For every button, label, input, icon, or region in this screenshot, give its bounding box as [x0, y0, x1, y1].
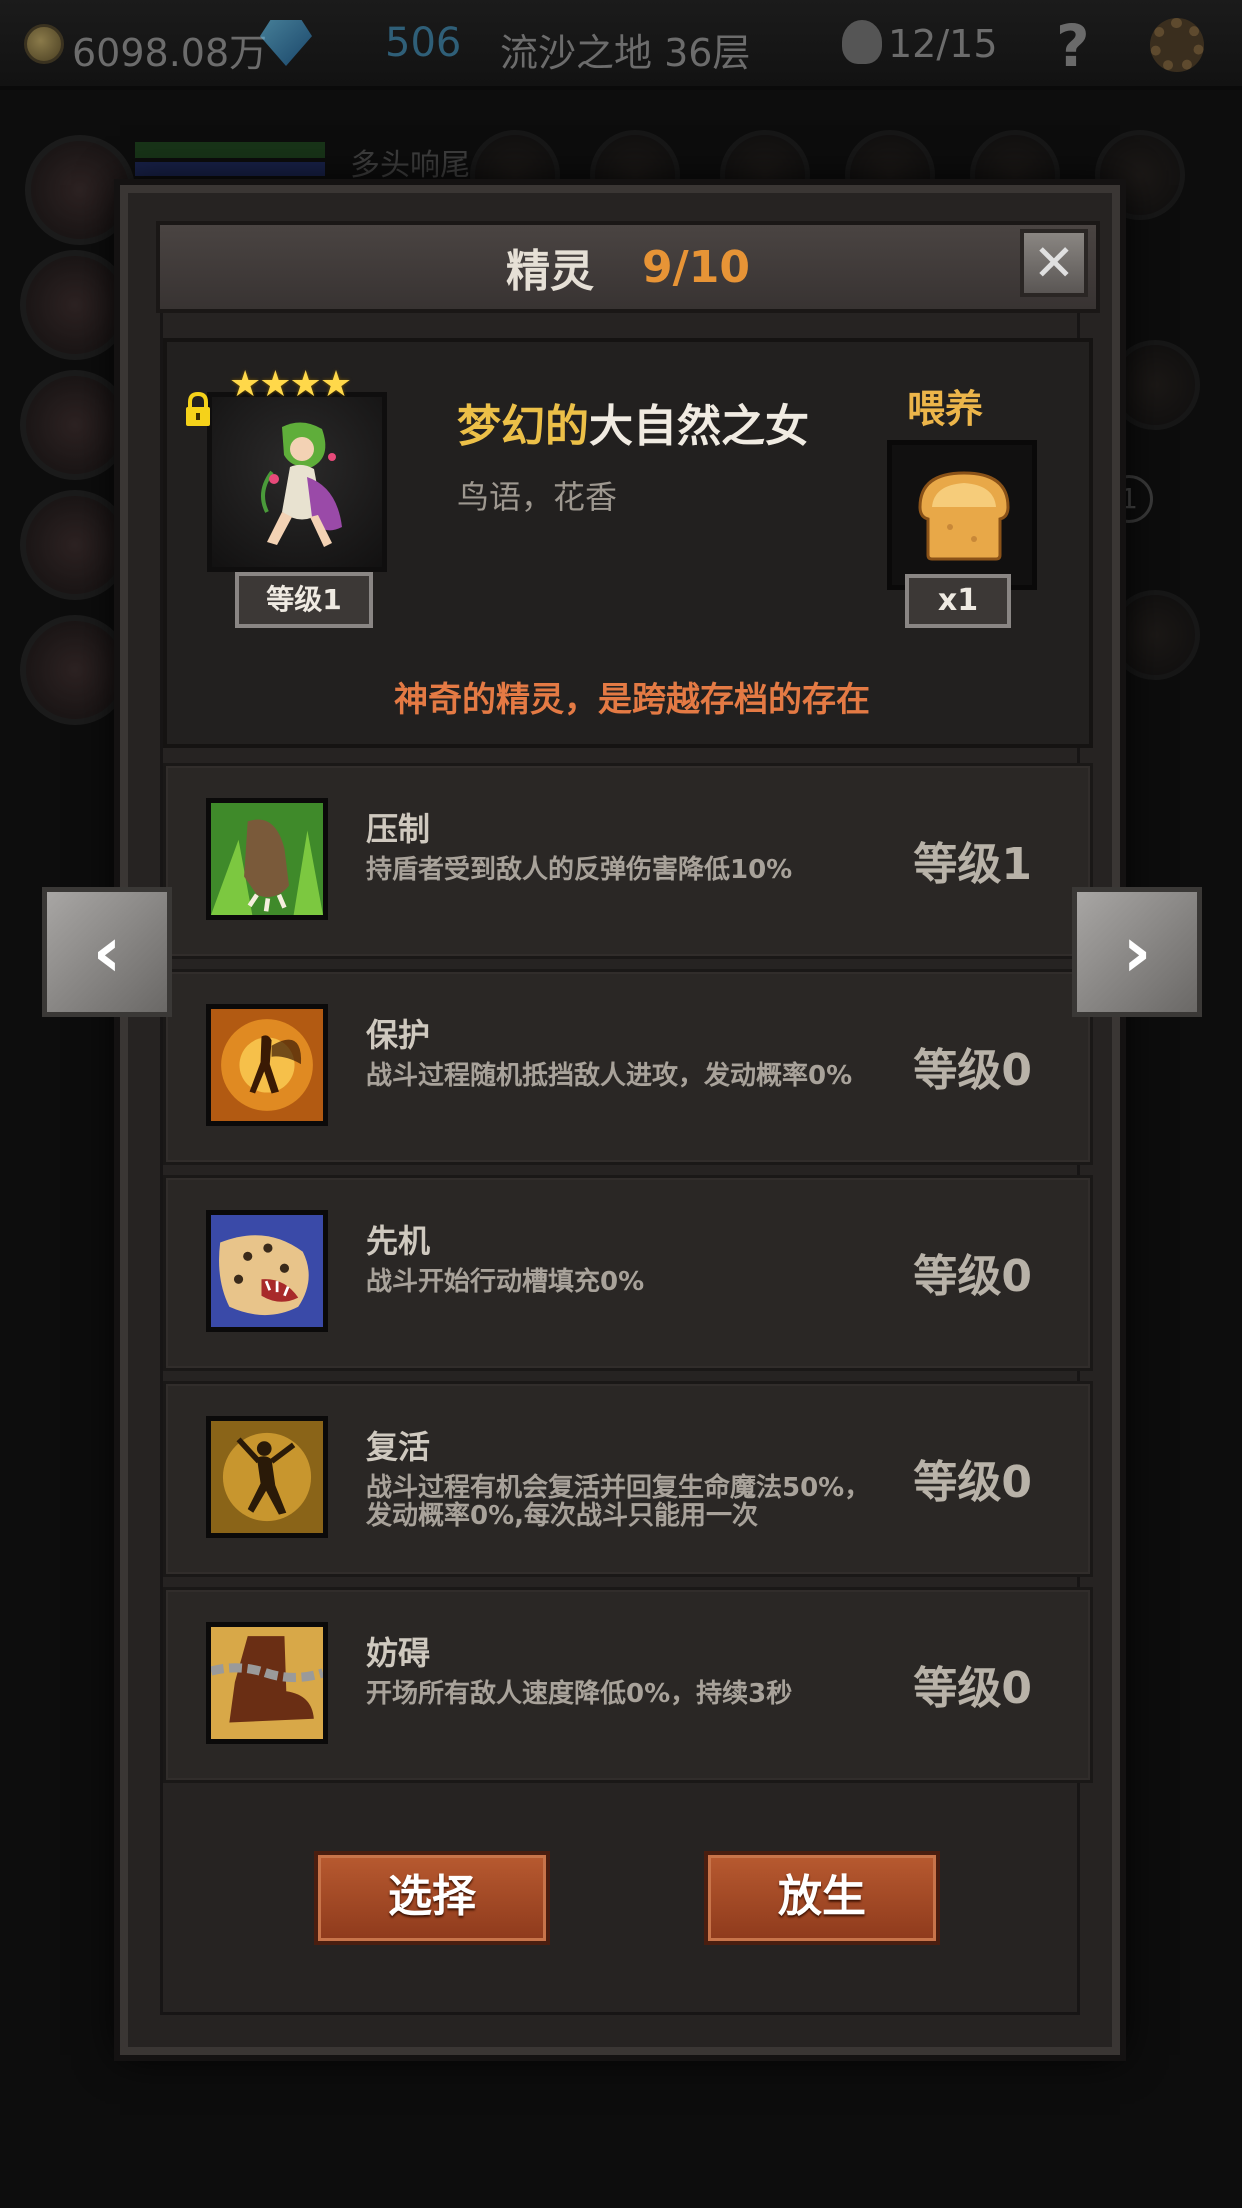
chevron-right-icon: › [1122, 911, 1152, 993]
skull-icon [842, 20, 882, 64]
skill-name: 先机 [366, 1222, 431, 1260]
leopard-icon [206, 1210, 328, 1332]
top-status-bar: 6098.08万 506 流沙之地 36层 12/15 ? [0, 0, 1242, 90]
skill-row[interactable]: 复活 战斗过程有机会复活并回复生命魔法50%，发动概率0%,每次战斗只能用一次 … [163, 1381, 1093, 1577]
skill-description: 持盾者受到敌人的反弹伤害降低10% [366, 855, 793, 885]
sprite-dialog: 精灵 9/10 ✕ ★★★★ 等级1 梦幻的大自然之女 鸟语，花香 喂养 x1 … [120, 185, 1120, 2055]
enemy-name: 多头响尾 [350, 148, 470, 183]
skill-level: 等级0 [913, 1663, 1032, 1714]
sprite-subtitle: 鸟语，花香 [457, 478, 618, 516]
diamond-icon [260, 20, 312, 66]
sprite-count: 9/10 [642, 241, 750, 293]
rarity-stars: ★★★★ [229, 364, 352, 405]
skill-name: 压制 [366, 810, 431, 848]
gold-amount: 6098.08万 [72, 31, 268, 75]
next-sprite-button[interactable]: › [1072, 887, 1202, 1017]
enemy-avatar [1110, 590, 1200, 680]
skill-description: 战斗过程随机抵挡敌人进攻，发动概率0% [366, 1061, 853, 1091]
bread-icon [918, 471, 1010, 561]
sprite-info-panel: ★★★★ 等级1 梦幻的大自然之女 鸟语，花香 喂养 x1 神奇的精灵，是跨越存… [163, 338, 1093, 748]
dialog-titlebar: 精灵 9/10 ✕ [156, 221, 1100, 313]
sprite-name-main: 大自然之女 [589, 401, 809, 452]
skill-description: 开场所有敌人速度降低0%，持续3秒 [366, 1679, 793, 1709]
sprite-name: 梦幻的大自然之女 [457, 390, 809, 454]
coin-icon [24, 24, 64, 64]
settings-gear-icon[interactable] [1150, 18, 1204, 72]
skill-level: 等级0 [913, 1251, 1032, 1302]
fairy-shield-icon [206, 1004, 328, 1126]
chevron-left-icon: ‹ [92, 911, 122, 993]
revive-dancer-icon [206, 1416, 328, 1538]
skill-description: 战斗开始行动槽填充0% [366, 1267, 645, 1297]
help-icon[interactable]: ? [1056, 12, 1090, 80]
hero-avatar [20, 250, 130, 360]
kill-count: 12/15 [888, 22, 998, 66]
skill-name: 保护 [366, 1016, 431, 1054]
beast-claw-icon [206, 798, 328, 920]
skill-name: 复活 [366, 1428, 431, 1466]
hero-avatar [25, 135, 135, 245]
close-button[interactable]: ✕ [1020, 229, 1088, 297]
select-button[interactable]: 选择 [314, 1851, 550, 1945]
hero-avatar [20, 615, 130, 725]
skill-name: 妨碍 [366, 1634, 431, 1672]
sprite-name-prefix: 梦幻的 [457, 401, 589, 452]
mp-bar [135, 162, 325, 176]
hero-avatar [20, 370, 130, 480]
prev-sprite-button[interactable]: ‹ [42, 887, 172, 1017]
skill-row[interactable]: 妨碍 开场所有敌人速度降低0%，持续3秒 等级0 [163, 1587, 1093, 1783]
close-icon: ✕ [1033, 234, 1075, 292]
dialog-title: 精灵 [506, 246, 595, 297]
hero-avatar [20, 490, 130, 600]
fairy-portrait-icon [261, 422, 342, 547]
skill-description: 战斗过程有机会复活并回复生命魔法50%，发动概率0%,每次战斗只能用一次 [366, 1473, 871, 1531]
feed-label: 喂养 [907, 387, 984, 431]
skill-level: 等级0 [913, 1045, 1032, 1096]
chained-boot-icon [206, 1622, 328, 1744]
skill-row[interactable]: 压制 持盾者受到敌人的反弹伤害降低10% 等级1 [163, 763, 1093, 959]
skill-level: 等级0 [913, 1457, 1032, 1508]
skill-level: 等级1 [913, 839, 1032, 890]
sprite-level: 等级1 [235, 572, 373, 628]
stage-label: 流沙之地 36层 [500, 31, 751, 75]
skill-row[interactable]: 保护 战斗过程随机抵挡敌人进攻，发动概率0% 等级0 [163, 969, 1093, 1165]
sprite-portrait[interactable] [207, 392, 387, 572]
lock-icon [186, 392, 210, 426]
feed-item-slot[interactable] [887, 440, 1037, 590]
skill-row[interactable]: 先机 战斗开始行动槽填充0% 等级0 [163, 1175, 1093, 1371]
enemy-avatar [1110, 340, 1200, 430]
release-button[interactable]: 放生 [704, 1851, 940, 1945]
sprite-description: 神奇的精灵，是跨越存档的存在 [394, 680, 870, 720]
diamond-amount: 506 [385, 20, 462, 66]
feed-quantity: x1 [905, 574, 1011, 628]
hp-bar [135, 142, 325, 158]
